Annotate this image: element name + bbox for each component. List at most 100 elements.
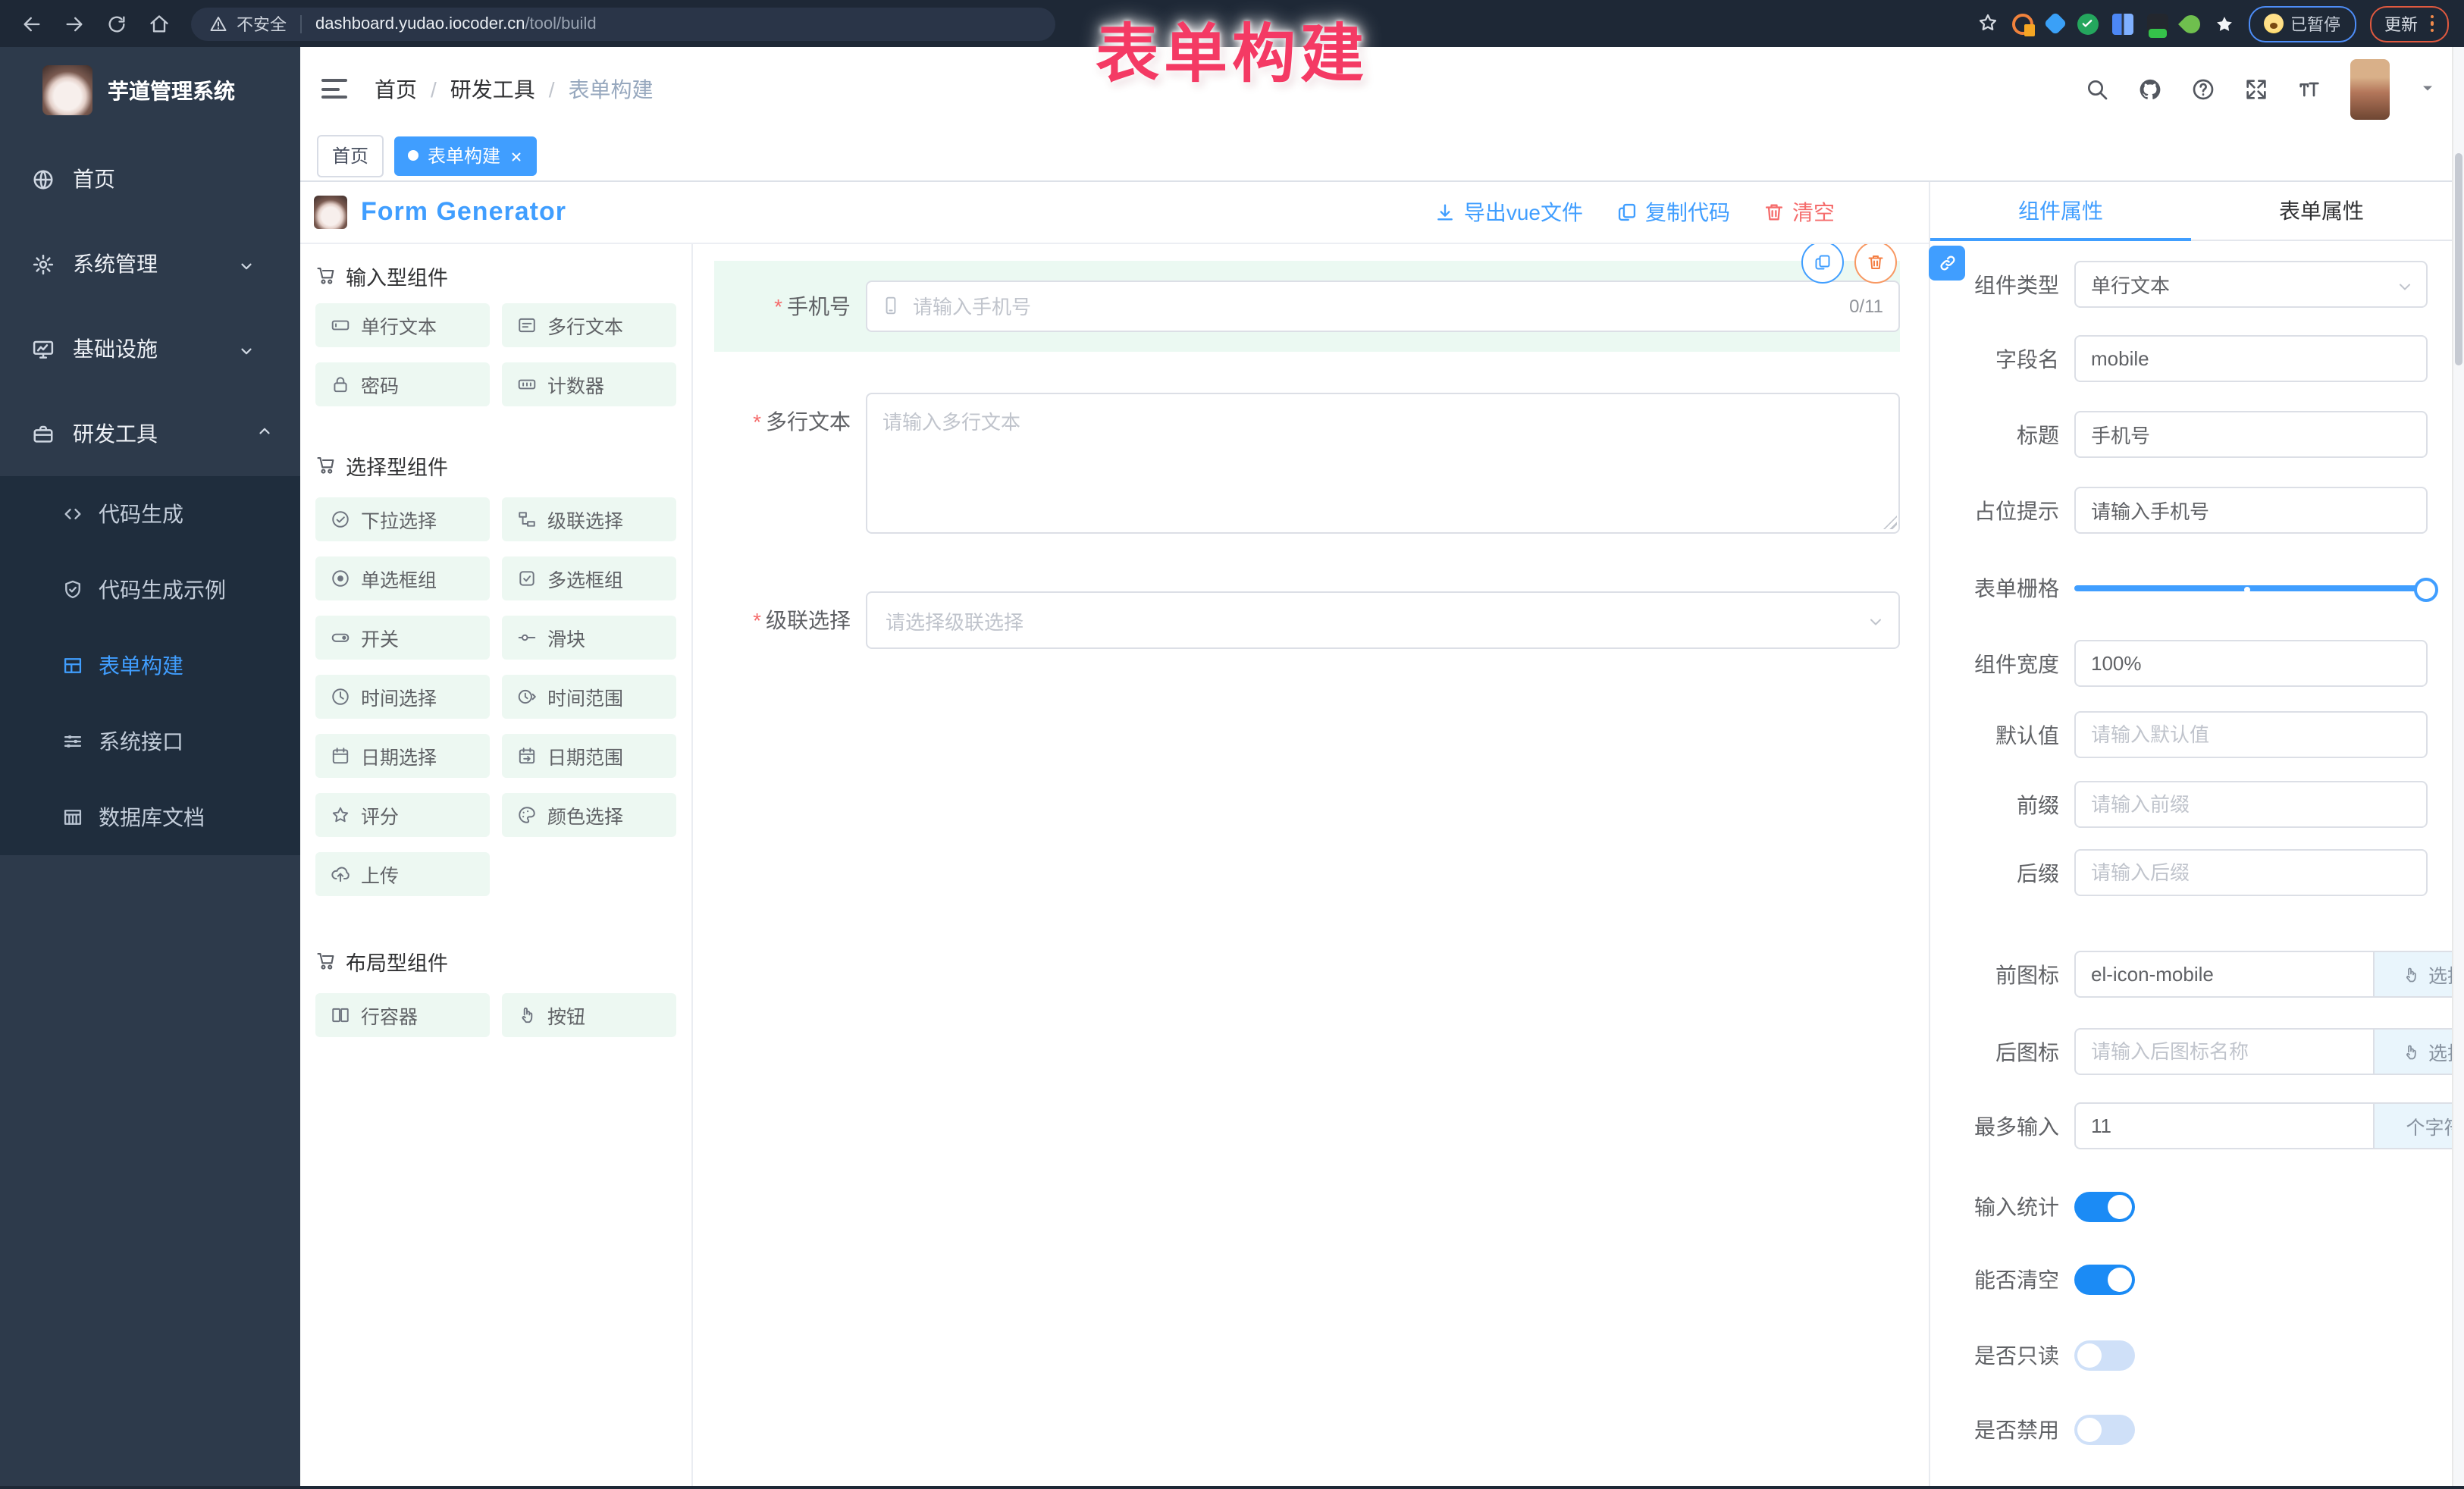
- palette-item-label: 时间选择: [361, 682, 437, 711]
- suffix-input[interactable]: [2074, 849, 2428, 896]
- scrollbar-thumb[interactable]: [2455, 153, 2462, 365]
- extension-icon[interactable]: [2077, 13, 2098, 34]
- clearable-toggle[interactable]: [2074, 1264, 2135, 1294]
- tab-home[interactable]: 首页: [317, 134, 384, 177]
- palette-item-rate[interactable]: 评分: [315, 793, 490, 837]
- breadcrumb-devtools[interactable]: 研发工具: [450, 74, 535, 104]
- extension-icon[interactable]: [2213, 13, 2234, 34]
- form-field-textarea[interactable]: *多行文本: [714, 393, 1900, 534]
- app-logo-row[interactable]: 芋道管理系统: [0, 47, 300, 115]
- caret-down-icon[interactable]: [2419, 75, 2437, 102]
- placeholder-input[interactable]: [2074, 487, 2428, 534]
- extension-icon[interactable]: [2111, 13, 2133, 34]
- palette-item-select[interactable]: 下拉选择: [315, 497, 490, 541]
- link-icon[interactable]: [1929, 246, 1965, 281]
- sidebar-item-codegen[interactable]: 代码生成: [0, 476, 300, 552]
- duplicate-field-button[interactable]: [1801, 241, 1844, 284]
- prefix-icon-input[interactable]: [2074, 951, 2375, 998]
- choose-icon-button[interactable]: 选择: [2375, 951, 2464, 998]
- back-icon[interactable]: [21, 13, 42, 34]
- forward-icon[interactable]: [64, 13, 85, 34]
- help-icon[interactable]: [2191, 77, 2215, 101]
- choose-icon-button[interactable]: 选择: [2375, 1028, 2464, 1075]
- extension-icon[interactable]: [2011, 13, 2033, 34]
- palette-item-slider[interactable]: 滑块: [502, 616, 676, 660]
- extension-icon[interactable]: [2177, 11, 2203, 36]
- sidebar-item-db-doc[interactable]: 数据库文档: [0, 779, 300, 855]
- palette-item-radio[interactable]: 单选框组: [315, 556, 490, 600]
- sidebar-item-infra[interactable]: 基础设施: [0, 306, 300, 391]
- palette-item-number[interactable]: 计数器: [502, 362, 676, 406]
- delete-field-button[interactable]: [1854, 241, 1897, 284]
- textarea-field[interactable]: [866, 393, 1900, 534]
- slider-track[interactable]: [2074, 585, 2428, 591]
- copy-code-button[interactable]: 复制代码: [1616, 197, 1730, 227]
- bookmark-star-icon[interactable]: [1977, 10, 1998, 37]
- mobile-input-field[interactable]: [867, 282, 1898, 331]
- word-limit-toggle[interactable]: [2074, 1191, 2135, 1221]
- sidebar-item-system[interactable]: 系统管理: [0, 221, 300, 306]
- palette-item-time-range[interactable]: 时间范围: [502, 675, 676, 719]
- mobile-input[interactable]: 0/11: [866, 281, 1900, 332]
- font-size-icon[interactable]: [2297, 77, 2321, 101]
- suffix-icon-input[interactable]: [2074, 1028, 2375, 1075]
- tab-form-props[interactable]: 表单属性: [2191, 180, 2452, 240]
- prop-label: 标题: [1930, 419, 2074, 450]
- extension-icon[interactable]: [2042, 11, 2066, 35]
- fullscreen-icon[interactable]: [2244, 77, 2268, 101]
- update-button[interactable]: 更新: [2369, 5, 2449, 42]
- palette-item-checkbox[interactable]: 多选框组: [502, 556, 676, 600]
- search-icon[interactable]: [2085, 77, 2109, 101]
- menu-dots-icon[interactable]: [2430, 15, 2434, 33]
- hamburger-icon[interactable]: [321, 79, 347, 99]
- component-type-select[interactable]: 单行文本: [2074, 261, 2428, 308]
- palette-item-date[interactable]: 日期选择: [315, 734, 490, 778]
- palette-item-row[interactable]: 行容器: [315, 993, 490, 1037]
- sidebar-item-codegen-demo[interactable]: 代码生成示例: [0, 552, 300, 628]
- reload-icon[interactable]: [106, 13, 127, 34]
- breadcrumb-home[interactable]: 首页: [375, 74, 417, 104]
- address-bar[interactable]: 不安全 dashboard.yudao.iocoder.cn/tool/buil…: [191, 7, 1055, 40]
- prop-label: 是否只读: [1930, 1340, 2074, 1370]
- sidebar-item-form-builder[interactable]: 表单构建: [0, 628, 300, 704]
- form-field-mobile-selected[interactable]: *手机号 0/11: [714, 261, 1900, 352]
- url-divider: [300, 14, 302, 33]
- extension-icon[interactable]: [2146, 13, 2168, 34]
- pal ette-item-cascader[interactable]: 级联选择: [502, 497, 676, 541]
- palette-item-time[interactable]: 时间选择: [315, 675, 490, 719]
- clear-button[interactable]: 清空: [1763, 197, 1835, 227]
- palette-item-textarea[interactable]: 多行文本: [502, 303, 676, 347]
- close-icon[interactable]: [509, 145, 523, 166]
- width-input[interactable]: [2074, 640, 2428, 687]
- user-avatar[interactable]: [2350, 58, 2390, 119]
- readonly-toggle[interactable]: [2074, 1340, 2135, 1370]
- palette-item-input[interactable]: 单行文本: [315, 303, 490, 347]
- form-field-cascader[interactable]: *级联选择 请选择级联选择: [714, 591, 1900, 649]
- maxlength-input[interactable]: [2074, 1102, 2375, 1149]
- palette-item-password[interactable]: 密码: [315, 362, 490, 406]
- cascader-select[interactable]: 请选择级联选择: [866, 591, 1900, 649]
- title-input[interactable]: [2074, 411, 2428, 458]
- palette-item-color[interactable]: 颜色选择: [502, 793, 676, 837]
- palette-item-button[interactable]: 按钮: [502, 993, 676, 1037]
- field-label: *多行文本: [714, 393, 866, 534]
- prefix-input[interactable]: [2074, 781, 2428, 828]
- slider-handle[interactable]: [2414, 578, 2438, 602]
- paused-extension-badge[interactable]: 已暂停: [2248, 5, 2356, 42]
- sidebar-item-devtools[interactable]: 研发工具: [0, 391, 300, 476]
- palette-item-switch[interactable]: 开关: [315, 616, 490, 660]
- palette-item-date-range[interactable]: 日期范围: [502, 734, 676, 778]
- page-scrollbar[interactable]: [2452, 47, 2464, 1489]
- sidebar-item-home[interactable]: 首页: [0, 136, 300, 221]
- field-name-input[interactable]: [2074, 335, 2428, 382]
- tab-component-props[interactable]: 组件属性: [1930, 180, 2191, 240]
- default-value-input[interactable]: [2074, 711, 2428, 758]
- form-grid-slider[interactable]: [2074, 564, 2428, 611]
- disabled-toggle[interactable]: [2074, 1414, 2135, 1444]
- export-vue-button[interactable]: 导出vue文件: [1435, 197, 1583, 227]
- tab-form-builder[interactable]: 表单构建: [394, 136, 537, 175]
- sidebar-item-system-api[interactable]: 系统接口: [0, 704, 300, 779]
- palette-item-upload[interactable]: 上传: [315, 852, 490, 896]
- browser-home-icon[interactable]: [149, 13, 170, 34]
- github-icon[interactable]: [2138, 77, 2162, 101]
